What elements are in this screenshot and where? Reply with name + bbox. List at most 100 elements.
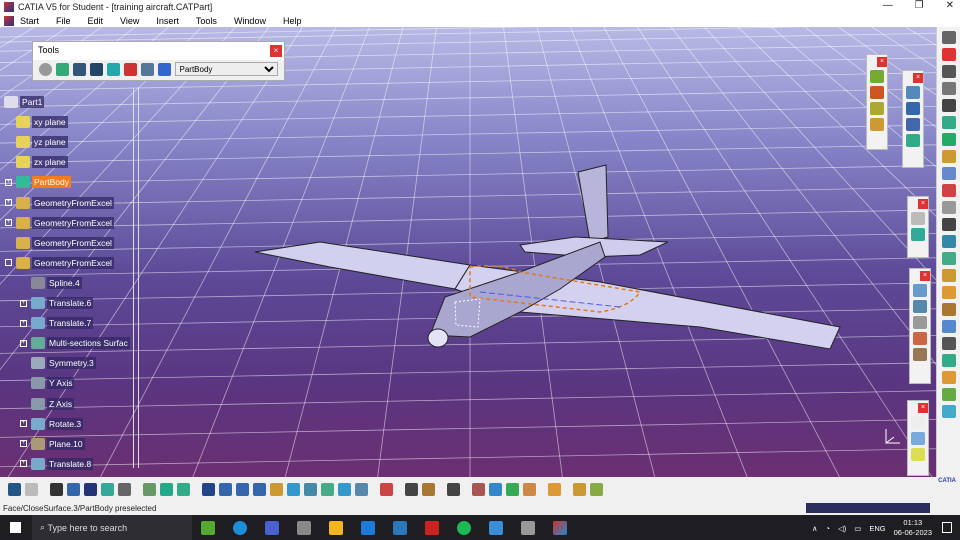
toolbar-icon[interactable] (941, 371, 956, 384)
tree-node[interactable]: + Translate.6 (20, 297, 94, 309)
toolbar-icon[interactable] (941, 388, 956, 401)
plane-icon[interactable] (911, 448, 925, 461)
volume-icon[interactable]: ◁) (838, 524, 846, 533)
expand-toggle[interactable] (5, 259, 12, 267)
tool-icon[interactable] (870, 102, 884, 115)
toolbar-icon[interactable] (489, 482, 502, 496)
toolbar-icon[interactable] (219, 482, 232, 496)
app-icon[interactable] (265, 520, 279, 535)
tree-scrollbar[interactable] (133, 88, 139, 468)
tree-node[interactable]: + PartBody (5, 176, 71, 189)
toolbar-icon[interactable] (472, 482, 485, 496)
app-icon[interactable] (425, 520, 439, 535)
expand-toggle[interactable]: + (5, 178, 12, 186)
menu-help[interactable]: Help (283, 16, 302, 26)
toolbar-icon[interactable] (50, 482, 63, 496)
tool-icon[interactable] (906, 118, 920, 131)
tree-node[interactable]: +xy plane (5, 116, 68, 129)
toolbar-icon[interactable] (941, 235, 956, 248)
toolbar-icon[interactable] (941, 354, 956, 367)
tool-icon[interactable] (913, 284, 927, 297)
tree-node[interactable]: +yz plane (5, 136, 68, 149)
tool-icon[interactable] (870, 86, 884, 99)
tree-node[interactable]: +Spline.4 (20, 276, 82, 289)
tool-icon[interactable] (913, 300, 927, 313)
toolbar-icon[interactable] (25, 482, 38, 496)
tree-node[interactable]: + Rotate.3 (20, 417, 84, 430)
toolbar-icon[interactable] (941, 320, 956, 333)
tool-icon[interactable] (870, 118, 884, 131)
tree-node[interactable]: +Y Axis (20, 377, 75, 390)
toolbar-icon[interactable] (160, 482, 173, 496)
menu-start[interactable]: Start (20, 16, 39, 26)
menu-tools[interactable]: Tools (196, 16, 217, 26)
toolbar-icon[interactable] (338, 482, 351, 496)
app-icon[interactable] (297, 520, 311, 535)
minimize-button[interactable]: — (883, 0, 893, 11)
toolbar-icon[interactable] (941, 184, 956, 197)
tool-icon[interactable] (870, 70, 884, 83)
tool-icon[interactable] (913, 348, 927, 361)
menu-window[interactable]: Window (234, 16, 266, 26)
toolbar-icon[interactable] (84, 482, 97, 496)
axis-system-icon[interactable] (72, 62, 86, 76)
tree-node[interactable]: GeometryFromExcel (5, 256, 114, 269)
tree-node[interactable]: +GeometryFromExcel (5, 236, 114, 249)
menu-insert[interactable]: Insert (156, 16, 179, 26)
tool-icon[interactable] (906, 134, 920, 147)
tree-node[interactable]: +GeometryFromExcel (5, 216, 114, 229)
tools-close-button[interactable]: × (270, 45, 282, 57)
app-icon[interactable] (489, 520, 503, 535)
toolbar-icon[interactable] (143, 482, 156, 496)
expand-toggle[interactable]: + (5, 219, 12, 227)
toolbar-icon[interactable] (118, 482, 131, 496)
toolbar-icon[interactable] (380, 482, 393, 496)
tree-node[interactable]: + Multi-sections Surfac (20, 337, 130, 350)
file-explorer-icon[interactable] (329, 520, 343, 535)
toolbar-icon[interactable] (177, 482, 190, 496)
stack-icon[interactable] (140, 62, 154, 76)
close-icon[interactable]: × (918, 199, 928, 209)
toolbar-icon[interactable] (590, 482, 603, 496)
language-indicator[interactable]: ENG (869, 524, 885, 533)
toolbar-icon[interactable] (270, 482, 283, 496)
menu-view[interactable]: View (120, 16, 139, 26)
toolbar-icon[interactable] (101, 482, 114, 496)
expand-toggle[interactable]: + (20, 440, 27, 448)
clock[interactable]: 01:13 06-06-2023 (894, 518, 932, 538)
measure-icon[interactable] (123, 62, 137, 76)
toolbar-icon[interactable] (941, 116, 956, 129)
app-icon[interactable] (393, 520, 407, 535)
expand-toggle[interactable]: + (20, 299, 27, 307)
tool-icon[interactable] (911, 228, 925, 241)
expand-toggle[interactable]: + (20, 319, 27, 327)
3d-viewport[interactable] (0, 27, 936, 477)
close-button[interactable]: ✕ (946, 0, 954, 11)
toolbar-icon[interactable] (548, 482, 561, 496)
expand-toggle[interactable]: + (20, 339, 27, 347)
tree-node[interactable]: + Plane.10 (20, 437, 85, 450)
toolbar-icon[interactable] (405, 482, 418, 496)
define-work-object-icon[interactable] (157, 62, 171, 76)
units-icon[interactable] (89, 62, 103, 76)
toolbar-icon[interactable] (523, 482, 536, 496)
toolbar-icon[interactable] (8, 482, 21, 496)
toolbar-icon[interactable] (941, 286, 956, 299)
globe-icon[interactable] (55, 62, 69, 76)
point-icon[interactable] (911, 416, 925, 429)
toolbar-icon[interactable] (253, 482, 266, 496)
tree-node[interactable]: +Z Axis (20, 397, 75, 410)
tool-icon[interactable] (913, 332, 927, 345)
tree-node[interactable]: +Symmetry.3 (20, 357, 96, 370)
toolbar-icon[interactable] (941, 252, 956, 265)
tool-icon[interactable] (906, 86, 920, 99)
close-icon[interactable]: × (920, 271, 930, 281)
windows-start-icon[interactable] (10, 522, 21, 533)
battery-icon[interactable]: ▭ (854, 524, 861, 533)
toolbar-icon[interactable] (304, 482, 317, 496)
toolbar-icon[interactable] (941, 218, 956, 231)
toolbar-icon[interactable] (287, 482, 300, 496)
menu-file[interactable]: File (56, 16, 71, 26)
close-icon[interactable]: × (918, 403, 928, 413)
toolbar-icon[interactable] (941, 65, 956, 78)
